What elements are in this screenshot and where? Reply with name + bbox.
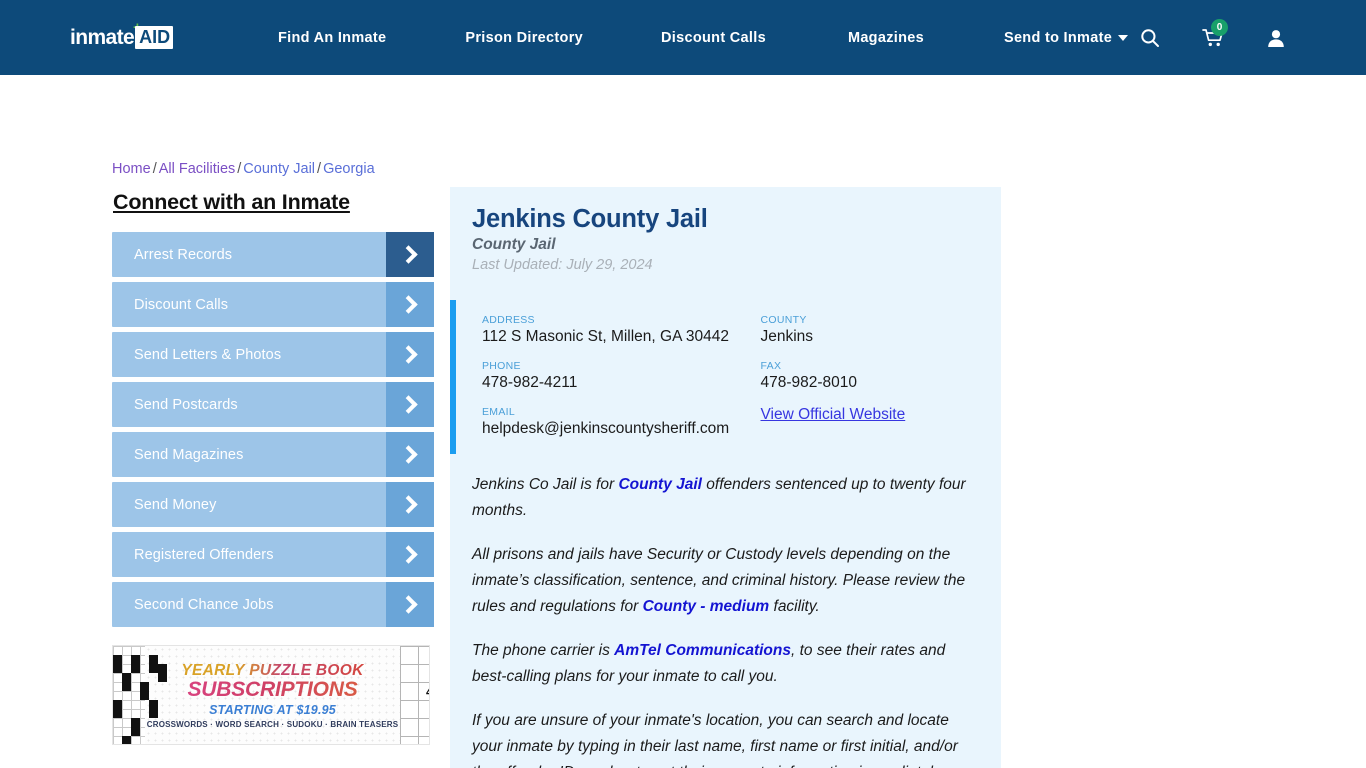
county-value: Jenkins xyxy=(760,328,814,345)
description-paragraph-4: If you are unsure of your inmate's locat… xyxy=(472,708,979,768)
nav-send-to-inmate-label: Send to Inmate xyxy=(1003,29,1113,46)
contact-column-right: COUNTY Jenkins FAX 478-982-8010 View Off… xyxy=(731,314,980,438)
sidebar-item-label: Registered Offenders xyxy=(134,546,274,563)
p2-text-b: facility. xyxy=(769,598,820,615)
address-label: ADDRESS xyxy=(482,314,535,326)
chevron-right-icon xyxy=(386,382,434,427)
nav-item-send-to-inmate[interactable]: Send to Inmate xyxy=(1003,29,1129,46)
breadcrumb: Home / All Facilities / County Jail / Georgia xyxy=(112,161,375,177)
description-paragraph-1: Jenkins Co Jail is for County Jail offen… xyxy=(472,472,979,524)
sidebar-item-registered-offenders[interactable]: Registered Offenders xyxy=(112,532,434,577)
page-title: Jenkins County Jail xyxy=(472,205,708,233)
nav-item-find-an-inmate[interactable]: Find An Inmate xyxy=(278,30,386,46)
sidebar-item-label: Send Magazines xyxy=(134,446,244,463)
header-icon-group: 0 xyxy=(1140,18,1366,48)
ad-text-block: YEARLY PUZZLE BOOK SUBSCRIPTIONS STARTIN… xyxy=(144,646,401,744)
county-medium-link[interactable]: County - medium xyxy=(643,598,770,615)
view-official-website-link[interactable]: View Official Website xyxy=(761,406,906,423)
ad-subheadline: SUBSCRIPTIONS xyxy=(187,677,358,701)
chevron-right-icon xyxy=(386,282,434,327)
sidebar-item-send-money[interactable]: Send Money xyxy=(112,482,434,527)
sidebar-item-label: Discount Calls xyxy=(134,296,229,313)
main-navigation: Find An Inmate Prison Directory Discount… xyxy=(278,29,1129,46)
chevron-right-icon xyxy=(386,432,434,477)
sudoku-grid-graphic: 1 4 4 9 5 2 xyxy=(400,646,429,744)
cart-count-badge: 0 xyxy=(1211,18,1228,36)
sidebar-item-send-letters-photos[interactable]: Send Letters & Photos xyxy=(112,332,434,377)
chevron-right-icon xyxy=(386,232,434,277)
p1-text-a: Jenkins Co Jail is for xyxy=(472,476,619,493)
sidebar-item-send-postcards[interactable]: Send Postcards xyxy=(112,382,434,427)
cart-icon[interactable]: 0 xyxy=(1202,18,1228,48)
description-paragraph-2: All prisons and jails have Security or C… xyxy=(472,542,979,620)
contact-column-left: ADDRESS 112 S Masonic St, Millen, GA 304… xyxy=(482,314,731,438)
breadcrumb-separator: / xyxy=(317,161,322,177)
chevron-right-icon xyxy=(386,532,434,577)
ad-price: STARTING AT $19.95 xyxy=(209,702,336,717)
email-label: EMAIL xyxy=(482,406,516,418)
facility-contact-block: ADDRESS 112 S Masonic St, Millen, GA 304… xyxy=(450,300,1001,454)
facility-type: County Jail xyxy=(472,236,556,253)
sidebar: Connect with an Inmate Arrest Records Di… xyxy=(112,190,434,632)
phone-value: 478-982-4211 xyxy=(482,374,578,391)
county-label: COUNTY xyxy=(760,314,807,326)
chevron-down-icon xyxy=(1118,34,1129,41)
last-updated-text: Last Updated: July 29, 2024 xyxy=(472,257,653,273)
logo-aid-box: AID xyxy=(135,26,174,49)
breadcrumb-separator: / xyxy=(152,161,157,177)
sidebar-item-label: Send Postcards xyxy=(134,396,238,413)
county-jail-link[interactable]: County Jail xyxy=(618,476,702,493)
crossword-grid-graphic xyxy=(113,646,145,744)
facility-detail-panel: Jenkins County Jail County Jail Last Upd… xyxy=(450,187,1001,768)
site-logo[interactable]: inmate + AID xyxy=(70,20,192,53)
email-value: helpdesk@jenkinscountysheriff.com xyxy=(482,420,730,437)
chevron-right-icon xyxy=(386,332,434,377)
sidebar-item-discount-calls[interactable]: Discount Calls xyxy=(112,282,434,327)
nav-item-prison-directory[interactable]: Prison Directory xyxy=(465,30,583,46)
sidebar-item-label: Second Chance Jobs xyxy=(134,596,274,613)
search-icon[interactable] xyxy=(1140,28,1160,48)
breadcrumb-item-all-facilities[interactable]: All Facilities xyxy=(159,161,236,177)
chevron-right-icon xyxy=(386,482,434,527)
logo-word: inmate xyxy=(70,25,135,49)
facility-description: Jenkins Co Jail is for County Jail offen… xyxy=(450,454,1001,768)
sidebar-item-label: Send Letters & Photos xyxy=(134,346,282,363)
sidebar-title: Connect with an Inmate xyxy=(113,190,350,214)
page-body: Home / All Facilities / County Jail / Georgia … xyxy=(0,75,1366,768)
fax-value: 478-982-8010 xyxy=(760,374,858,391)
p3-text-a: The phone carrier is xyxy=(472,642,615,659)
sidebar-item-arrest-records[interactable]: Arrest Records xyxy=(112,232,434,277)
amtel-communications-link[interactable]: AmTel Communications xyxy=(614,642,791,659)
description-paragraph-3: The phone carrier is AmTel Communication… xyxy=(472,638,979,690)
p4-text: If you are unsure of your inmate's locat… xyxy=(472,712,958,768)
sudoku-digit: 4 xyxy=(420,685,429,699)
ad-categories: CROSSWORDS · WORD SEARCH · SUDOKU · BRAI… xyxy=(146,719,399,729)
sidebar-item-send-magazines[interactable]: Send Magazines xyxy=(112,432,434,477)
phone-label: PHONE xyxy=(482,360,521,372)
breadcrumb-item-county-jail[interactable]: County Jail xyxy=(243,161,315,177)
breadcrumb-item-home[interactable]: Home xyxy=(112,161,151,177)
chevron-right-icon xyxy=(386,582,434,627)
nav-item-discount-calls[interactable]: Discount Calls xyxy=(661,30,766,46)
address-value: 112 S Masonic St, Millen, GA 30442 xyxy=(482,328,729,345)
fax-label: FAX xyxy=(760,360,782,372)
sidebar-item-label: Arrest Records xyxy=(134,246,233,263)
nav-item-magazines[interactable]: Magazines xyxy=(848,30,924,46)
puzzle-book-ad-banner[interactable]: YEARLY PUZZLE BOOK SUBSCRIPTIONS STARTIN… xyxy=(112,645,430,745)
sidebar-item-second-chance-jobs[interactable]: Second Chance Jobs xyxy=(112,582,434,627)
breadcrumb-item-georgia[interactable]: Georgia xyxy=(323,161,375,177)
user-account-icon[interactable] xyxy=(1266,28,1286,48)
sidebar-item-label: Send Money xyxy=(134,496,217,513)
site-header: inmate + AID Find An Inmate Prison Direc… xyxy=(0,0,1366,75)
